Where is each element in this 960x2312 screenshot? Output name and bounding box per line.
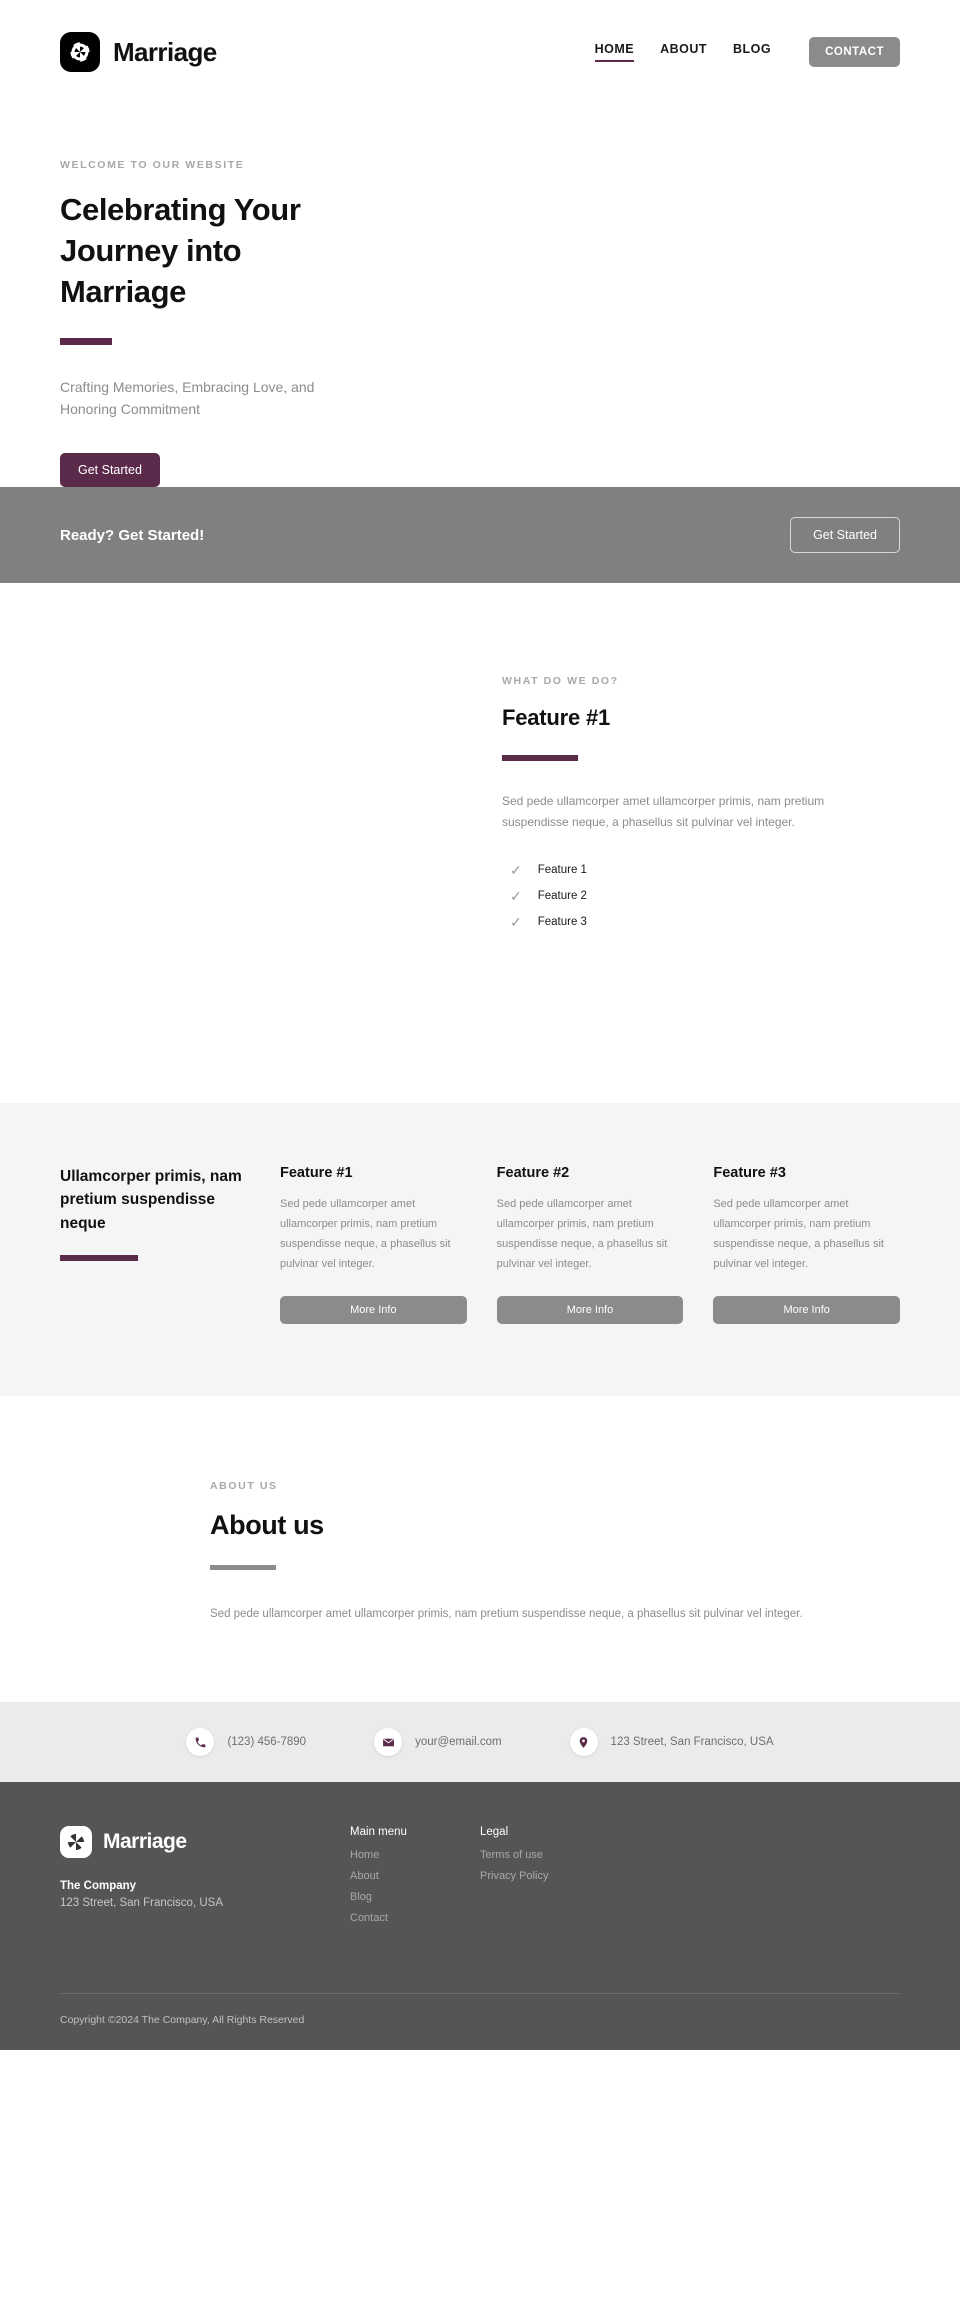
location-pin-icon [569, 1728, 598, 1757]
footer-column-heading: Legal [480, 1826, 509, 1839]
list-item: ✓ Feature 2 [502, 883, 900, 909]
check-icon: ✓ [510, 862, 522, 878]
pinwheel-logo-icon [60, 1826, 92, 1859]
footer-link-contact[interactable]: Contact [350, 1912, 480, 1924]
checklist-label: Feature 2 [537, 890, 587, 902]
envelope-icon [374, 1728, 403, 1757]
contact-address[interactable]: 123 Street, San Francisco, USA [536, 1728, 808, 1757]
check-icon: ✓ [510, 888, 522, 904]
page-root: Marriage HOME ABOUT BLOG CONTACT WELCOME… [0, 0, 960, 2051]
contact-strip: (123) 456-7890 your@email.com 123 Street… [0, 1702, 960, 1783]
checklist-label: Feature 3 [537, 916, 587, 928]
nav-item-about[interactable]: ABOUT [660, 42, 707, 62]
brand-logo[interactable]: Marriage [60, 32, 217, 72]
copyright-text: Copyright ©2024 The Company, All Rights … [60, 2014, 305, 2027]
feature-card-text: Sed pede ullamcorper amet ullamcorper pr… [496, 1198, 668, 1271]
footer-link-home[interactable]: Home [350, 1849, 480, 1861]
more-info-button[interactable]: More Info [713, 1296, 901, 1325]
feature-highlight-section: WHAT DO WE DO? Feature #1 Sed pede ullam… [0, 583, 960, 1103]
hero-image [480, 104, 960, 448]
about-image [60, 1490, 164, 1594]
list-item: ✓ Feature 1 [502, 857, 900, 883]
footer-link-terms[interactable]: Terms of use [480, 1849, 610, 1861]
feature-content: WHAT DO WE DO? Feature #1 Sed pede ullam… [502, 643, 900, 1043]
nav-item-blog[interactable]: BLOG [733, 42, 771, 62]
about-title: About us [210, 1510, 324, 1541]
feature-card-2: Feature #2 Sed pede ullamcorper amet ull… [496, 1165, 684, 1325]
address-text: 123 Street, San Francisco, USA [610, 1736, 774, 1749]
list-item: ✓ Feature 3 [502, 909, 900, 935]
email-text: your@email.com [415, 1736, 502, 1749]
cta-band: Ready? Get Started! Get Started [0, 487, 960, 583]
features-intro: Ullamcorper primis, nam pretium suspendi… [60, 1165, 250, 1324]
more-info-button[interactable]: More Info [280, 1296, 467, 1325]
footer-column-legal: Legal Terms of use Privacy Policy [480, 1826, 610, 1933]
feature-card-1: Feature #1 Sed pede ullamcorper amet ull… [280, 1165, 467, 1325]
checklist-label: Feature 1 [537, 864, 587, 876]
footer-bottom: Copyright ©2024 The Company, All Rights … [60, 1994, 900, 2050]
features-section: Ullamcorper primis, nam pretium suspendi… [0, 1103, 960, 1397]
about-content: ABOUT US About us Sed pede ullamcorper a… [210, 1468, 900, 1624]
footer-company-address: 123 Street, San Francisco, USA [60, 1897, 223, 1910]
site-footer: Marriage The Company 123 Street, San Fra… [0, 1782, 960, 2051]
hero-image-wrap [480, 104, 960, 487]
cta-get-started-button[interactable]: Get Started [790, 517, 900, 553]
footer-brand: Marriage The Company 123 Street, San Fra… [60, 1826, 350, 1933]
footer-company-name: The Company [60, 1880, 137, 1893]
hero-accent-rule [60, 337, 112, 345]
nav-item-home[interactable]: HOME [594, 42, 635, 62]
feature-eyebrow: WHAT DO WE DO? [502, 675, 619, 687]
hero-section: WELCOME TO OUR WEBSITE Celebrating Your … [0, 104, 960, 487]
phone-icon [186, 1728, 215, 1757]
footer-column-heading: Main menu [350, 1826, 407, 1839]
footer-link-blog[interactable]: Blog [350, 1891, 480, 1903]
feature-card-text: Sed pede ullamcorper amet ullamcorper pr… [280, 1198, 451, 1271]
about-description: Sed pede ullamcorper amet ullamcorper pr… [210, 1608, 803, 1621]
feature-card-title: Feature #1 [280, 1165, 353, 1181]
contact-button[interactable]: CONTACT [809, 37, 900, 67]
main-nav: HOME ABOUT BLOG CONTACT [594, 37, 900, 67]
phone-text: (123) 456-7890 [227, 1736, 307, 1749]
check-icon: ✓ [510, 914, 522, 930]
footer-brand-name: Marriage [103, 1830, 187, 1854]
contact-phone[interactable]: (123) 456-7890 [152, 1728, 340, 1757]
features-accent-rule [60, 1254, 138, 1261]
feature-description: Sed pede ullamcorper amet ullamcorper pr… [502, 794, 825, 829]
footer-column-main-menu: Main menu Home About Blog Contact [350, 1826, 480, 1933]
pinwheel-logo-icon [60, 32, 100, 72]
feature-card-title: Feature #2 [496, 1165, 570, 1181]
feature-checklist: ✓ Feature 1 ✓ Feature 2 ✓ Feature 3 [502, 857, 900, 935]
brand-name: Marriage [113, 36, 217, 67]
hero-eyebrow: WELCOME TO OUR WEBSITE [60, 159, 245, 171]
hero-get-started-button[interactable]: Get Started [60, 453, 160, 487]
more-info-button[interactable]: More Info [496, 1296, 684, 1325]
features-intro-title: Ullamcorper primis, nam pretium suspendi… [60, 1168, 242, 1232]
footer-link-about[interactable]: About [350, 1870, 480, 1882]
footer-top: Marriage The Company 123 Street, San Fra… [60, 1826, 900, 1933]
footer-link-privacy[interactable]: Privacy Policy [480, 1870, 610, 1882]
contact-email[interactable]: your@email.com [340, 1728, 535, 1757]
hero-subtitle: Crafting Memories, Embracing Love, and H… [60, 378, 315, 418]
feature-card-3: Feature #3 Sed pede ullamcorper amet ull… [713, 1165, 901, 1325]
feature-card-title: Feature #3 [713, 1165, 786, 1181]
about-divider-rule [210, 1565, 276, 1571]
feature-accent-rule [502, 755, 578, 761]
site-header: Marriage HOME ABOUT BLOG CONTACT [0, 0, 960, 104]
feature-image [60, 643, 460, 1043]
feature-title: Feature #1 [502, 705, 611, 730]
feature-card-text: Sed pede ullamcorper amet ullamcorper pr… [713, 1198, 884, 1271]
hero-title: Celebrating Your Journey into Marriage [60, 192, 301, 310]
about-eyebrow: ABOUT US [210, 1480, 278, 1493]
footer-logo[interactable]: Marriage [60, 1826, 350, 1859]
about-section: ABOUT US About us Sed pede ullamcorper a… [0, 1396, 960, 1703]
hero-content: WELCOME TO OUR WEBSITE Celebrating Your … [0, 104, 480, 487]
cta-heading: Ready? Get Started! [60, 526, 205, 544]
